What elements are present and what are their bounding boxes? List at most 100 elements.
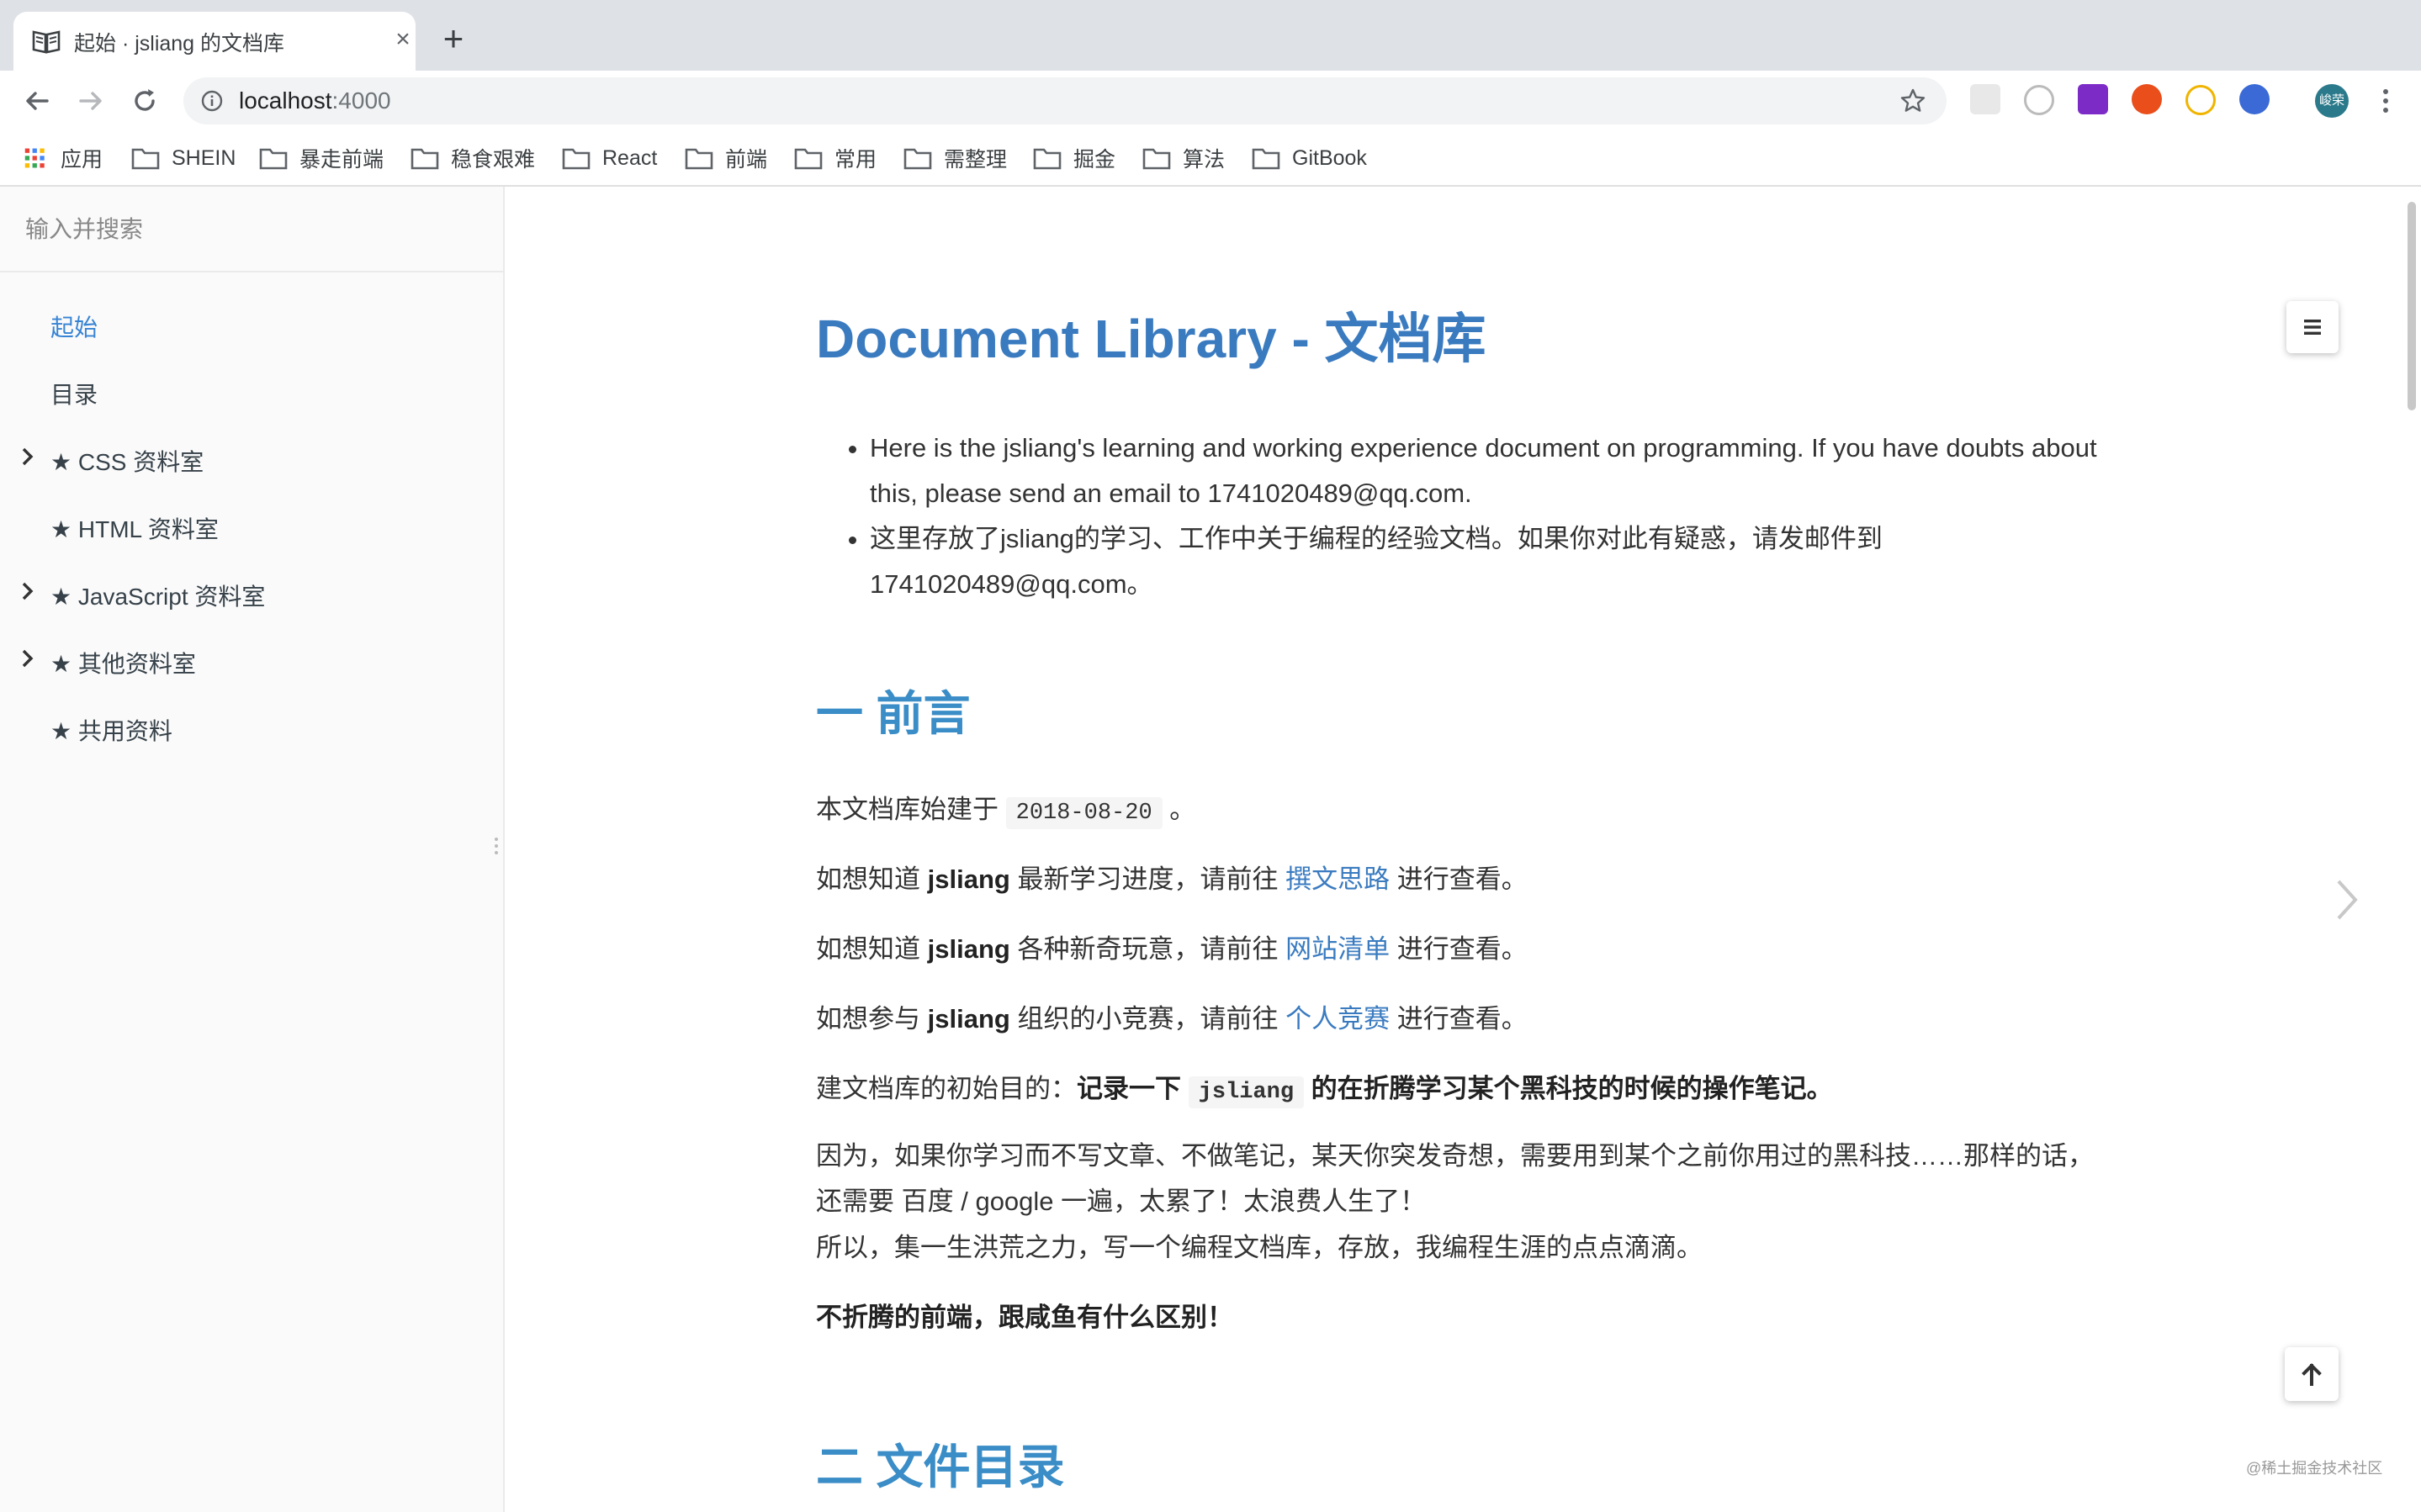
bookmark-apps[interactable]: 应用	[24, 143, 103, 173]
page-title: Document Library - 文档库	[816, 309, 1486, 369]
sidebar-item-label: 起始	[50, 315, 98, 341]
link-site-list[interactable]: 网站清单	[1285, 934, 1390, 964]
paragraph-because: 因为，如果你学习而不写文章、不做笔记，某天你突发奇想，需要用到某个之前你用过的黑…	[816, 1141, 2094, 1216]
chevron-right-icon[interactable]	[19, 444, 37, 469]
search-box	[0, 187, 503, 272]
folder-icon	[1033, 148, 1062, 170]
bookmark-label: GitBook	[1292, 145, 1367, 170]
folder-icon	[259, 148, 288, 170]
chevron-right-icon[interactable]	[19, 646, 37, 671]
toc-toggle-button[interactable]	[2286, 301, 2339, 353]
paragraph-so: 所以，集一生洪荒之力，写一个编程文档库，存放，我编程生涯的点点滴滴。	[816, 1233, 1703, 1262]
bookmark-star-icon[interactable]	[1899, 87, 1926, 114]
main-content: @稀土掘金技术社区 Document Library - 文档库 Here is…	[505, 187, 2421, 1512]
section-heading: 一 前言	[816, 687, 971, 740]
sidebar-item-html[interactable]: ★ HTML 资料室	[0, 503, 503, 550]
bookmark-label: 暴走前端	[299, 148, 384, 172]
sidebar-item-javascript[interactable]: ★ JavaScript 资料室	[0, 570, 503, 617]
apps-grid-icon	[24, 148, 45, 168]
link-personal-contest[interactable]: 个人竞赛	[1285, 1004, 1390, 1034]
sidebar-item-start[interactable]: 起始	[0, 301, 503, 348]
list-item: Here is the jsliang's learning and worki…	[870, 426, 2148, 516]
close-tab-icon[interactable]: ×	[390, 27, 416, 52]
bookmarks-bar: 应用 SHEIN 暴走前端 稳食艰难 React 前端 常用 需整理 掘金 算法…	[0, 131, 2421, 187]
url-text[interactable]: localhost:4000	[239, 87, 391, 114]
sidebar-item-label: ★ JavaScript 资料室	[50, 584, 266, 610]
back-arrow-icon[interactable]	[20, 84, 54, 118]
bookmark-label: SHEIN	[172, 145, 236, 170]
bookmark-label: 算法	[1183, 148, 1226, 172]
menu-icon	[2304, 320, 2321, 335]
folder-icon	[685, 148, 713, 170]
bookmark-folder[interactable]: 稳食艰难	[411, 143, 535, 173]
forward-arrow-icon[interactable]	[74, 84, 108, 118]
bookmark-folder[interactable]: 算法	[1142, 143, 1225, 173]
paragraph-start-date: 本文档库始建于 2018-08-20 。	[816, 787, 2111, 836]
book-icon	[32, 30, 61, 54]
info-icon[interactable]	[200, 89, 224, 113]
extension-y-icon[interactable]	[2185, 85, 2216, 115]
bookmark-folder[interactable]: 前端	[685, 143, 767, 173]
bookmark-folder[interactable]: 常用	[794, 143, 877, 173]
bookmark-folder[interactable]: GitBook	[1252, 143, 1367, 173]
arrow-up-icon	[2302, 1363, 2322, 1386]
chevron-right-icon[interactable]	[19, 579, 37, 604]
section-heading: 二 文件目录	[816, 1441, 1065, 1493]
browser-tab[interactable]: 起始 · jsliang 的文档库 ×	[13, 12, 416, 71]
folder-icon	[903, 148, 932, 170]
inline-code: 2018-08-20	[1005, 797, 1163, 829]
bookmark-label: 应用	[61, 148, 103, 172]
sidebar-item-label: ★ 其他资料室	[50, 651, 196, 677]
folder-icon	[411, 148, 439, 170]
paragraph-bold: 不折腾的前端，跟咸鱼有什么区别！	[816, 1303, 1233, 1332]
resize-handle-icon[interactable]	[493, 836, 500, 856]
folder-icon	[794, 148, 823, 170]
folder-icon	[562, 148, 591, 170]
bookmark-label: 掘金	[1073, 148, 1116, 172]
folder-icon	[1142, 148, 1171, 170]
back-to-top-button[interactable]	[2285, 1347, 2339, 1401]
link-writing-ideas[interactable]: 撰文思路	[1285, 864, 1390, 894]
paragraph-purpose: 建文档库的初始目的：记录一下 jsliang 的在折腾学习某个黑科技的时候的操作…	[816, 1066, 2111, 1115]
search-input[interactable]	[24, 209, 481, 251]
sidebar-item-css[interactable]: ★ CSS 资料室	[0, 436, 503, 483]
extension-translate-icon[interactable]	[2239, 84, 2270, 114]
bookmark-label: 前端	[725, 148, 768, 172]
scrollbar[interactable]	[2408, 202, 2416, 410]
bookmark-label: 需整理	[944, 148, 1008, 172]
bookmark-label: 稳食艰难	[451, 148, 536, 172]
bookmark-label: 常用	[834, 148, 877, 172]
reload-icon[interactable]	[128, 84, 162, 118]
list-item: 这里存放了jsliang的学习、工作中关于编程的经验文档。如果你对此有疑惑，请发…	[870, 516, 2148, 607]
paragraph-contest: 如想参与 jsliang 组织的小竞赛，请前往 个人竞赛 进行查看。	[816, 1004, 1528, 1034]
paragraph-sites: 如想知道 jsliang 各种新奇玩意，请前往 网站清单 进行查看。	[816, 934, 1528, 964]
watermark-text: @稀土掘金技术社区	[2246, 1460, 2383, 1477]
profile-avatar[interactable]: 峻荣	[2315, 84, 2349, 118]
sidebar-item-label: 目录	[50, 382, 98, 408]
sidebar-item-toc[interactable]: 目录	[0, 368, 503, 415]
bookmark-folder[interactable]: 暴走前端	[259, 143, 384, 173]
bookmark-folder[interactable]: 掘金	[1033, 143, 1115, 173]
intro-list: Here is the jsliang's learning and worki…	[816, 426, 2148, 607]
extension-infinity-icon[interactable]	[2132, 84, 2162, 114]
sidebar-item-other[interactable]: ★ 其他资料室	[0, 637, 503, 685]
extension-rp-icon[interactable]	[2078, 84, 2108, 114]
tab-strip: 起始 · jsliang 的文档库 × +	[0, 0, 2421, 71]
address-bar[interactable]: localhost:4000	[183, 77, 1947, 124]
next-page-chevron-icon[interactable]	[2332, 875, 2362, 925]
tab-title: 起始 · jsliang 的文档库	[74, 32, 285, 56]
browser-menu-icon[interactable]	[2377, 84, 2394, 118]
bookmark-folder[interactable]: React	[562, 143, 657, 173]
folder-icon	[131, 148, 160, 170]
bookmark-folder[interactable]: SHEIN	[131, 143, 236, 173]
bookmark-folder[interactable]: 需整理	[903, 143, 1007, 173]
sidebar-item-label: ★ 共用资料	[50, 718, 172, 744]
sidebar-item-label: ★ CSS 资料室	[50, 449, 204, 475]
browser-toolbar: localhost:4000	[0, 71, 2421, 131]
new-tab-button[interactable]: +	[439, 21, 468, 56]
inline-code: jsliang	[1188, 1076, 1305, 1108]
extension-target-icon[interactable]	[2024, 85, 2054, 115]
bookmark-label: React	[602, 145, 658, 170]
sidebar-item-shared[interactable]: ★ 共用资料	[0, 705, 503, 752]
extension-grid-icon[interactable]	[1970, 84, 2000, 114]
